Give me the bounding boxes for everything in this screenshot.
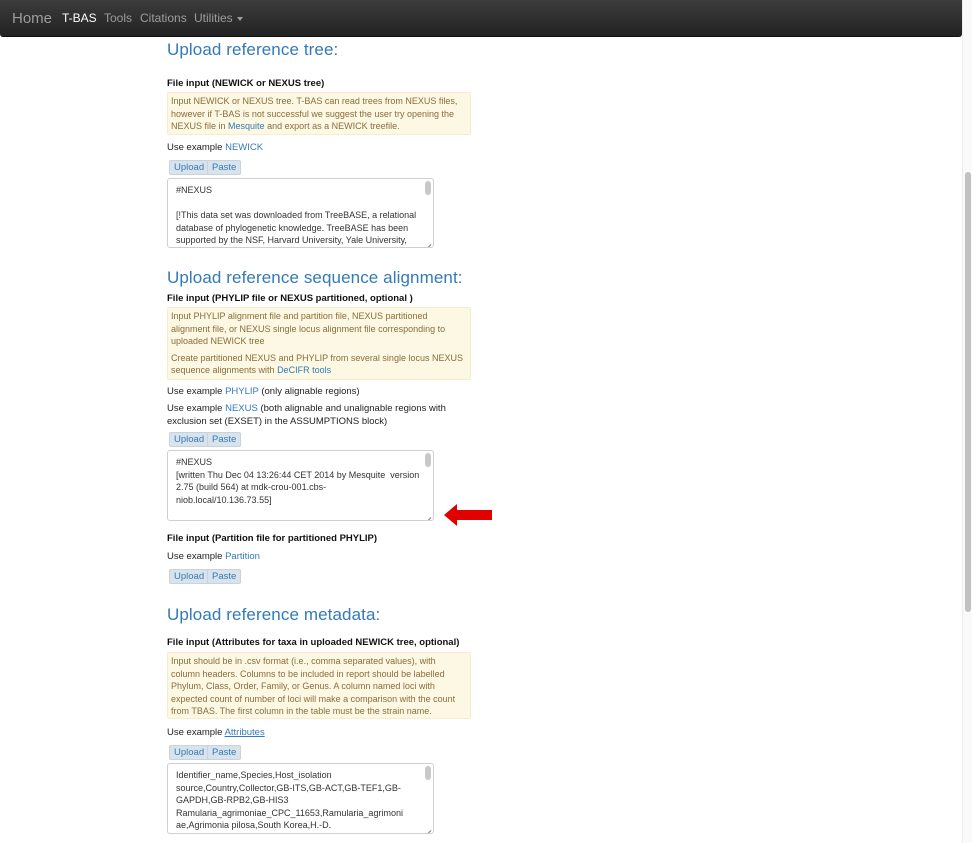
partition-upload-button[interactable]: Upload [169,569,210,584]
attributes-example-prefix: Use example [167,727,225,738]
tree-textarea-content: #NEXUS [!This data set was downloaded fr… [176,185,417,246]
page-scrollbar[interactable] [962,0,972,843]
phylip-example-prefix: Use example [167,386,226,397]
nav-utilities-label: Utilities [194,11,233,25]
partition-file-label: File input (Partition file for partition… [167,533,378,544]
partition-example-prefix: Use example [167,551,226,562]
alignment-heading: Upload reference sequence alignment: [167,268,463,287]
red-arrow-icon [444,504,492,526]
tree-info-note: Input NEWICK or NEXUS tree. T-BAS can re… [167,92,471,135]
alignment-file-label: File input (PHYLIP file or NEXUS partiti… [167,293,413,304]
resize-grip-icon[interactable] [423,823,432,832]
tree-heading: Upload reference tree: [167,40,339,59]
nexus-example-link[interactable]: NEXUS [225,403,258,414]
tree-textarea[interactable]: #NEXUS [!This data set was downloaded fr… [167,178,434,248]
alignment-note-p1: Input PHYLIP alignment file and partitio… [171,311,446,346]
top-navbar: Home T-BAS Tools Citations Utilities [0,0,962,37]
resize-grip-icon[interactable] [423,237,432,246]
nexus-example-prefix: Use example [167,403,226,414]
metadata-heading: Upload reference metadata: [167,605,381,624]
tree-example-prefix: Use example [167,142,226,153]
alignment-info-note: Input PHYLIP alignment file and partitio… [167,307,471,380]
mesquite-link[interactable]: Mesquite [228,121,265,131]
decifr-tools-link[interactable]: DeCIFR tools [277,365,331,375]
phylip-example: Use example PHYLIP (only alignable regio… [167,386,360,399]
tree-textarea-scrollbar[interactable] [425,181,431,195]
metadata-file-label: File input (Attributes for taxa in uploa… [167,637,460,648]
tree-upload-button[interactable]: Upload [169,160,210,175]
newick-example-link[interactable]: NEWICK [225,142,263,153]
alignment-textarea-scrollbar[interactable] [425,453,431,467]
tree-example: Use example NEWICK [167,142,263,155]
alignment-textarea-content: #NEXUS [written Thu Dec 04 13:26:44 CET … [176,457,420,520]
alignment-upload-button[interactable]: Upload [169,432,210,447]
caret-down-icon [236,16,243,21]
nav-home[interactable]: Home [12,10,52,27]
partition-example-link[interactable]: Partition [225,551,260,562]
nexus-example: Use example NEXUS (both alignable and un… [167,403,457,428]
tree-note-text-end: and export as a NEWICK treefile. [264,121,400,131]
metadata-info-note: Input should be in .csv format (i.e., co… [167,652,471,719]
nav-citations[interactable]: Citations [140,11,187,25]
partition-example: Use example Partition [167,551,260,564]
tree-file-label: File input (NEWICK or NEXUS tree) [167,78,325,89]
metadata-upload-button[interactable]: Upload [169,745,210,760]
alignment-textarea[interactable]: #NEXUS [written Thu Dec 04 13:26:44 CET … [167,450,434,521]
alignment-paste-button[interactable]: Paste [207,432,242,447]
attributes-example-link[interactable]: Attributes [225,727,265,738]
tree-paste-button[interactable]: Paste [207,160,242,175]
attributes-example: Use example Attributes [167,727,265,740]
metadata-textarea-scrollbar[interactable] [425,766,431,780]
page-scrollbar-thumb[interactable] [965,172,971,612]
phylip-example-suffix: (only alignable regions) [258,386,360,397]
metadata-textarea[interactable]: Identifier_name,Species,Host_isolation s… [167,763,434,834]
nav-utilities[interactable]: Utilities [194,11,243,25]
resize-grip-icon[interactable] [423,510,432,519]
alignment-note-p2: Create partitioned NEXUS and PHYLIP from… [171,352,467,377]
nav-tbas[interactable]: T-BAS [62,11,97,25]
metadata-textarea-content: Identifier_name,Species,Host_isolation s… [176,770,403,831]
metadata-paste-button[interactable]: Paste [207,745,242,760]
nav-tools[interactable]: Tools [104,11,132,25]
partition-paste-button[interactable]: Paste [207,569,242,584]
phylip-example-link[interactable]: PHYLIP [225,386,259,397]
